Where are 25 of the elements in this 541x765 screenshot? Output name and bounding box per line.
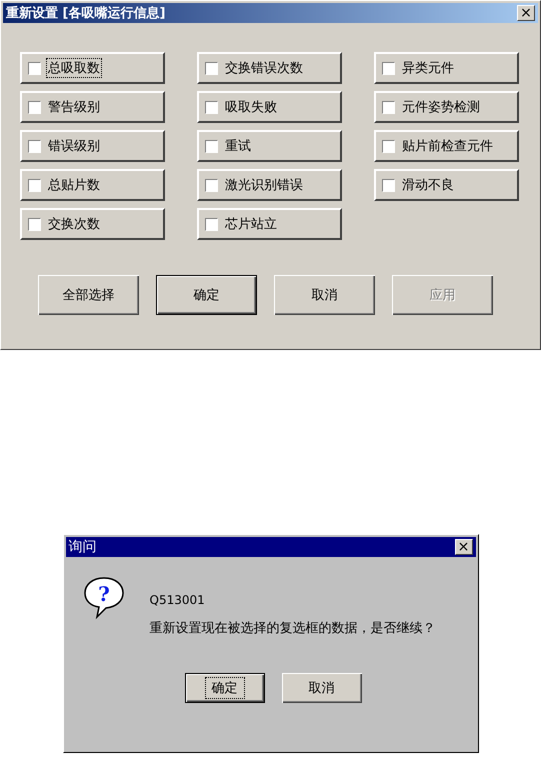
checkbox-button[interactable]: 吸取失败	[197, 91, 342, 123]
dialog-button[interactable]: 确定	[184, 673, 264, 703]
window-title: 询问	[68, 538, 96, 556]
checkbox-button[interactable]: 重试	[197, 130, 342, 162]
checkbox-button[interactable]: 异类元件	[374, 52, 519, 84]
close-button[interactable]: ×	[454, 539, 472, 555]
checkbox-button[interactable]: 总吸取数	[20, 52, 165, 84]
checkbox-button[interactable]: 贴片前检查元件	[374, 130, 519, 162]
message-code: Q513001	[150, 593, 206, 607]
checkbox-button[interactable]: 交换错误次数	[197, 52, 342, 84]
close-button[interactable]: ×	[517, 5, 535, 21]
checkbox-button[interactable]: 元件姿势检测	[374, 91, 519, 123]
checkbox-button[interactable]: 交换次数	[20, 208, 165, 240]
dialog-button[interactable]: 取消	[274, 275, 375, 315]
dialog-button[interactable]: 确定	[156, 275, 257, 315]
dialog-button[interactable]: 取消	[282, 673, 362, 703]
checkbox-button[interactable]: 警告级别	[20, 91, 165, 123]
message-text: 重新设置现在被选择的复选框的数据，是否继续？	[150, 621, 436, 637]
checkbox-button[interactable]: 总贴片数	[20, 169, 165, 201]
checkbox-button[interactable]: 激光识别错误	[197, 169, 342, 201]
checkbox-button[interactable]: 错误级别	[20, 130, 165, 162]
window-title: 重新设置 [各吸嘴运行信息]	[6, 4, 166, 22]
dialog-button[interactable]: 全部选择	[38, 275, 139, 315]
checkbox-button[interactable]: 芯片站立	[197, 208, 342, 240]
checkbox-button[interactable]: 滑动不良	[374, 169, 519, 201]
